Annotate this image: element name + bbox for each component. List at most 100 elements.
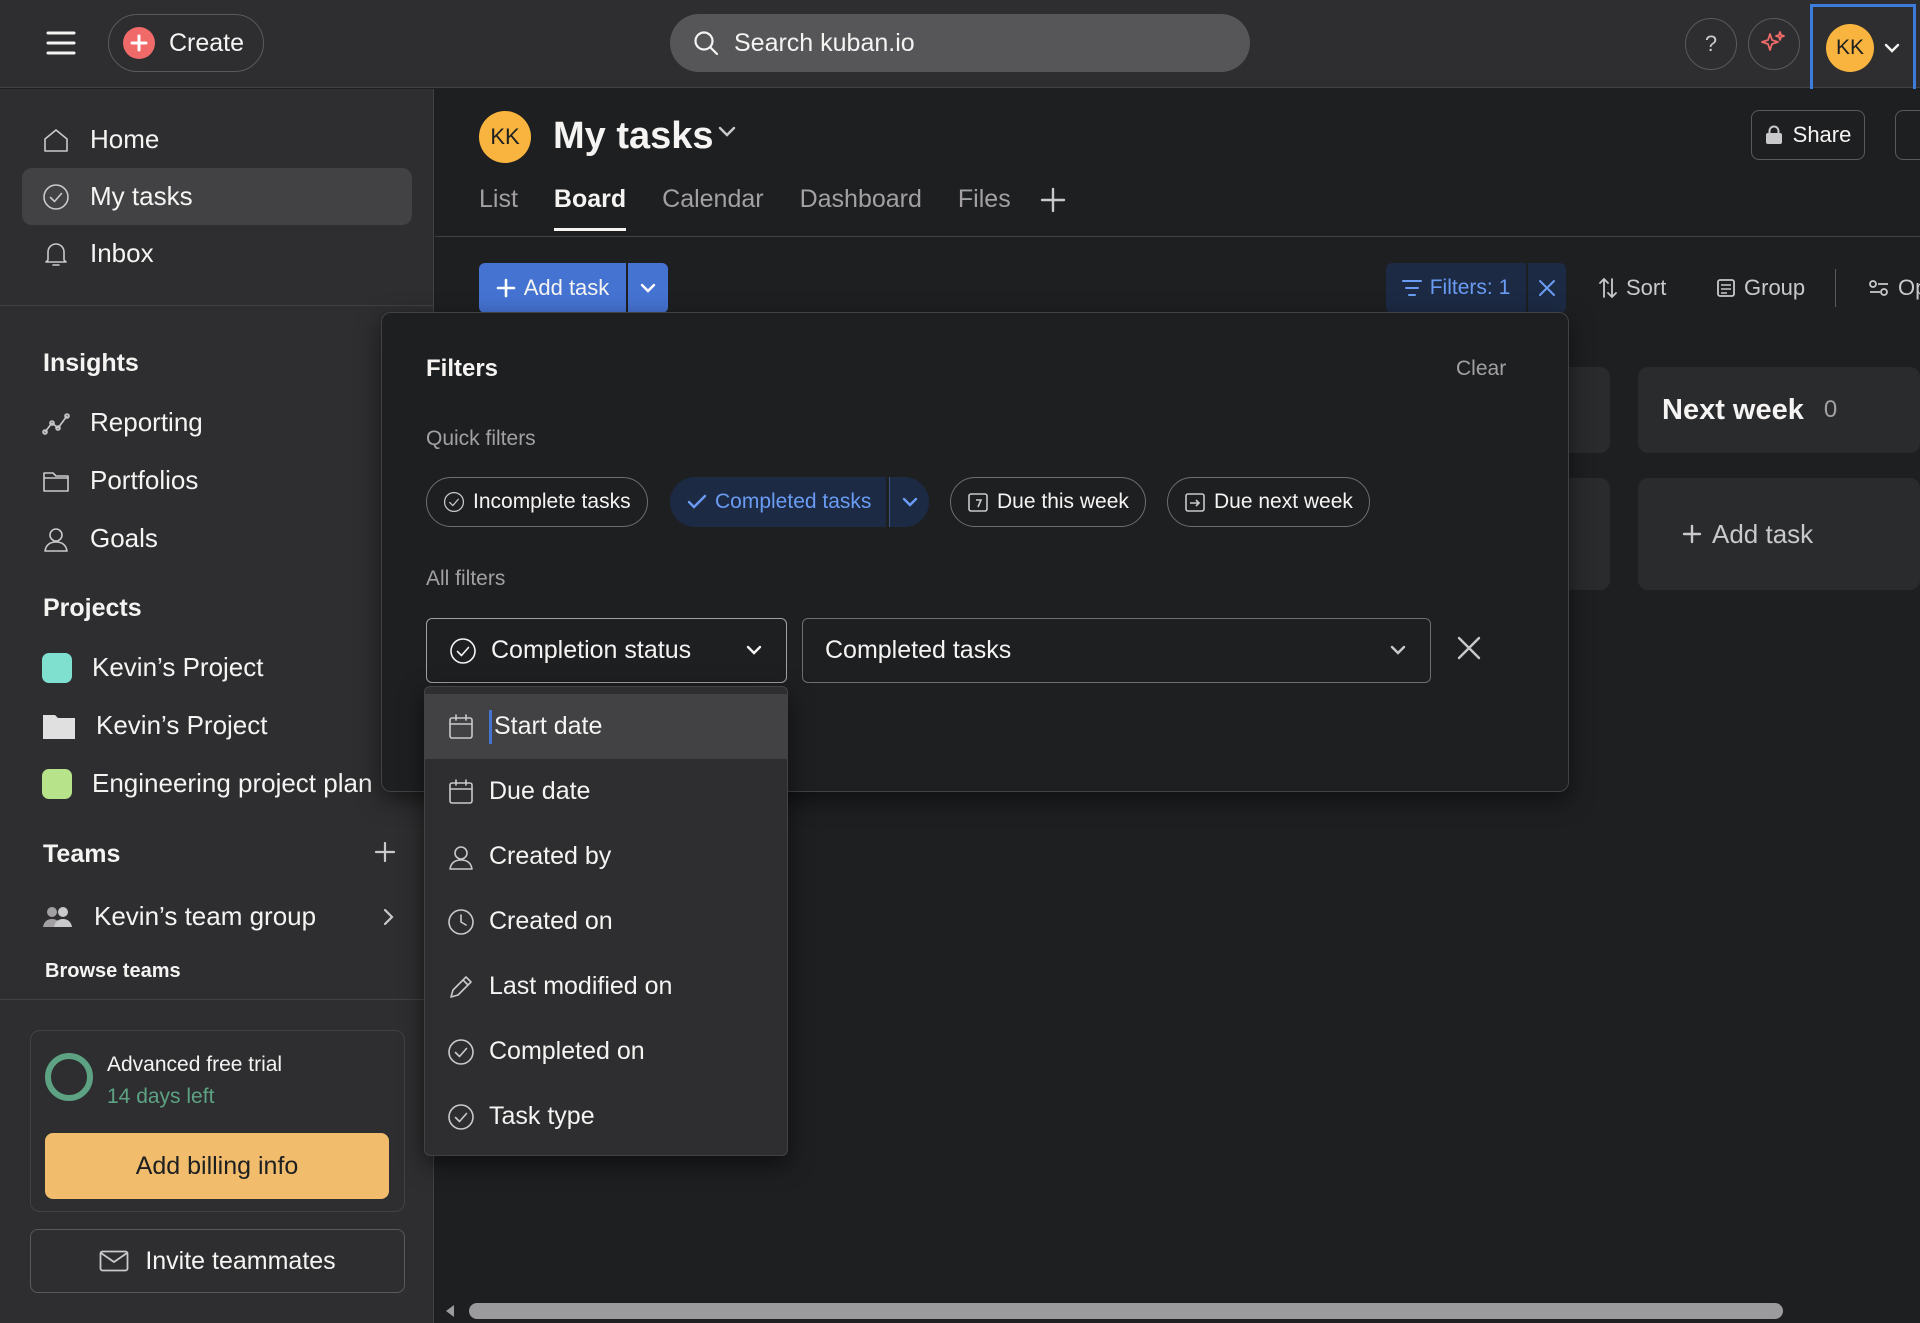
clear-filters-button[interactable] (1528, 263, 1566, 313)
sidebar-item-label: Reporting (90, 407, 203, 437)
chevron-down-icon (902, 497, 917, 507)
chart-line-icon (42, 412, 70, 435)
dropdown-option-created-by[interactable]: Created by (425, 824, 787, 889)
column-title[interactable]: Next week (1662, 394, 1804, 427)
add-team-icon[interactable] (374, 841, 396, 863)
chevron-down-icon[interactable] (717, 125, 737, 139)
sidebar-item-project[interactable]: Kevin’s Project (22, 697, 412, 754)
share-label: Share (1792, 122, 1852, 147)
dropdown-option-last-modified-on[interactable]: Last modified on (425, 954, 787, 1019)
chevron-down-icon (746, 645, 762, 655)
chevron-right-icon[interactable] (382, 908, 394, 926)
sidebar-item-reporting[interactable]: Reporting (22, 394, 412, 451)
calendar-icon (449, 778, 473, 804)
share-button[interactable]: Share (1751, 110, 1865, 160)
ai-button[interactable] (1748, 18, 1800, 70)
divider (0, 999, 434, 1000)
project-color-swatch (42, 768, 72, 799)
sidebar-item-home[interactable]: Home (22, 111, 412, 168)
dropdown-option-created-on[interactable]: Created on (425, 889, 787, 954)
quick-filter-incomplete[interactable]: Incomplete tasks (426, 477, 648, 527)
dropdown-option-task-type[interactable]: Task type (425, 1084, 787, 1149)
projects-heading[interactable]: Projects (43, 594, 142, 623)
remove-filter-icon[interactable] (1456, 635, 1482, 661)
sidebar-item-portfolios[interactable]: Portfolios (22, 452, 412, 509)
divider (1835, 269, 1836, 307)
add-task-dropdown[interactable] (628, 263, 668, 313)
option-label: Last modified on (489, 972, 673, 1000)
sidebar-item-project[interactable]: Kevin’s Project (22, 639, 412, 696)
help-button[interactable]: ? (1685, 18, 1737, 70)
sidebar-item-label: Home (90, 124, 160, 154)
search-input[interactable]: Search kuban.io (670, 14, 1250, 72)
clear-filters-link[interactable]: Clear (1456, 357, 1506, 381)
dropdown-option-due-date[interactable]: Due date (425, 759, 787, 824)
help-icon: ? (1704, 31, 1718, 56)
filter-field-select[interactable]: Completion status (426, 618, 787, 683)
create-button[interactable]: Create (108, 14, 264, 72)
text-cursor (489, 709, 492, 744)
sidebar-item-label: Portfolios (90, 465, 199, 495)
tab-dashboard[interactable]: Dashboard (800, 185, 922, 231)
tab-list[interactable]: List (479, 185, 518, 231)
quick-filter-completed[interactable]: Completed tasks (670, 477, 887, 527)
filter-field-value: Completion status (491, 636, 692, 664)
tab-board[interactable]: Board (553, 185, 627, 231)
scroll-left-icon[interactable] (443, 1303, 457, 1319)
group-button[interactable]: Group (1716, 263, 1805, 313)
dropdown-option-start-date[interactable]: Start date (425, 694, 787, 759)
option-label: Task type (489, 1102, 595, 1130)
horizontal-scrollbar[interactable] (435, 1293, 1920, 1323)
sidebar-item-goals[interactable]: Goals (22, 510, 412, 567)
add-task-button[interactable]: Add task (479, 263, 626, 313)
search-placeholder: Search kuban.io (734, 28, 915, 57)
chevron-down-icon (640, 283, 656, 293)
option-label: Due date (489, 777, 591, 805)
chevron-down-icon (1390, 645, 1406, 655)
sidebar-item-team[interactable]: Kevin’s team group (22, 888, 412, 945)
add-billing-button[interactable]: Add billing info (45, 1133, 389, 1199)
scrollbar-thumb[interactable] (469, 1303, 1783, 1319)
sort-button[interactable]: Sort (1598, 263, 1666, 313)
sidebar: Home My tasks Inbox Insights Reporting P… (0, 89, 434, 1323)
add-task-label: Add task (523, 275, 610, 300)
tab-files[interactable]: Files (958, 185, 1011, 231)
sparkle-icon (1761, 31, 1785, 51)
filters-button[interactable]: Filters: 1 (1386, 263, 1526, 313)
sidebar-item-label: My tasks (90, 181, 193, 211)
invite-teammates-button[interactable]: Invite teammates (30, 1229, 405, 1293)
calendar-arrow-icon (1185, 493, 1205, 512)
tab-calendar[interactable]: Calendar (662, 185, 763, 231)
option-label: Completed on (489, 1037, 645, 1065)
home-icon (44, 128, 68, 152)
sort-icon (1599, 277, 1617, 299)
quick-filter-due-next-week[interactable]: Due next week (1167, 477, 1370, 527)
view-tabs: List Board Calendar Dashboard Files (479, 185, 1011, 231)
board-add-task-button[interactable]: Add task (1638, 478, 1920, 590)
profile-menu-button[interactable]: KK (1810, 4, 1916, 92)
quick-filter-due-this-week[interactable]: Due this week (950, 477, 1146, 527)
option-label: Start date (494, 712, 603, 740)
chip-label: Completed tasks (715, 490, 872, 513)
add-tab-icon[interactable] (1040, 187, 1066, 213)
customize-button[interactable] (1895, 110, 1920, 160)
insights-heading[interactable]: Insights (43, 349, 139, 378)
filter-value-select[interactable]: Completed tasks (802, 618, 1431, 683)
quick-filter-completed-dropdown[interactable] (889, 477, 929, 527)
sidebar-item-my-tasks[interactable]: My tasks (22, 168, 412, 225)
search-icon (694, 31, 719, 56)
person-icon (44, 527, 68, 552)
teams-heading[interactable]: Teams (43, 840, 120, 869)
avatar: KK (1826, 24, 1874, 72)
sidebar-item-inbox[interactable]: Inbox (22, 225, 412, 282)
menu-icon[interactable] (44, 26, 78, 60)
dropdown-option-completed-on[interactable]: Completed on (425, 1019, 787, 1084)
browse-teams-link[interactable]: Browse teams (45, 960, 181, 983)
options-button[interactable]: Op (1868, 263, 1920, 313)
trial-days-left: 14 days left (107, 1085, 215, 1108)
chip-label: Due next week (1214, 490, 1353, 513)
sidebar-item-label: Kevin’s team group (94, 901, 317, 931)
sidebar-item-project[interactable]: Engineering project plan (22, 755, 412, 812)
calendar-7-icon (968, 493, 988, 512)
check-circle-icon (43, 183, 69, 210)
